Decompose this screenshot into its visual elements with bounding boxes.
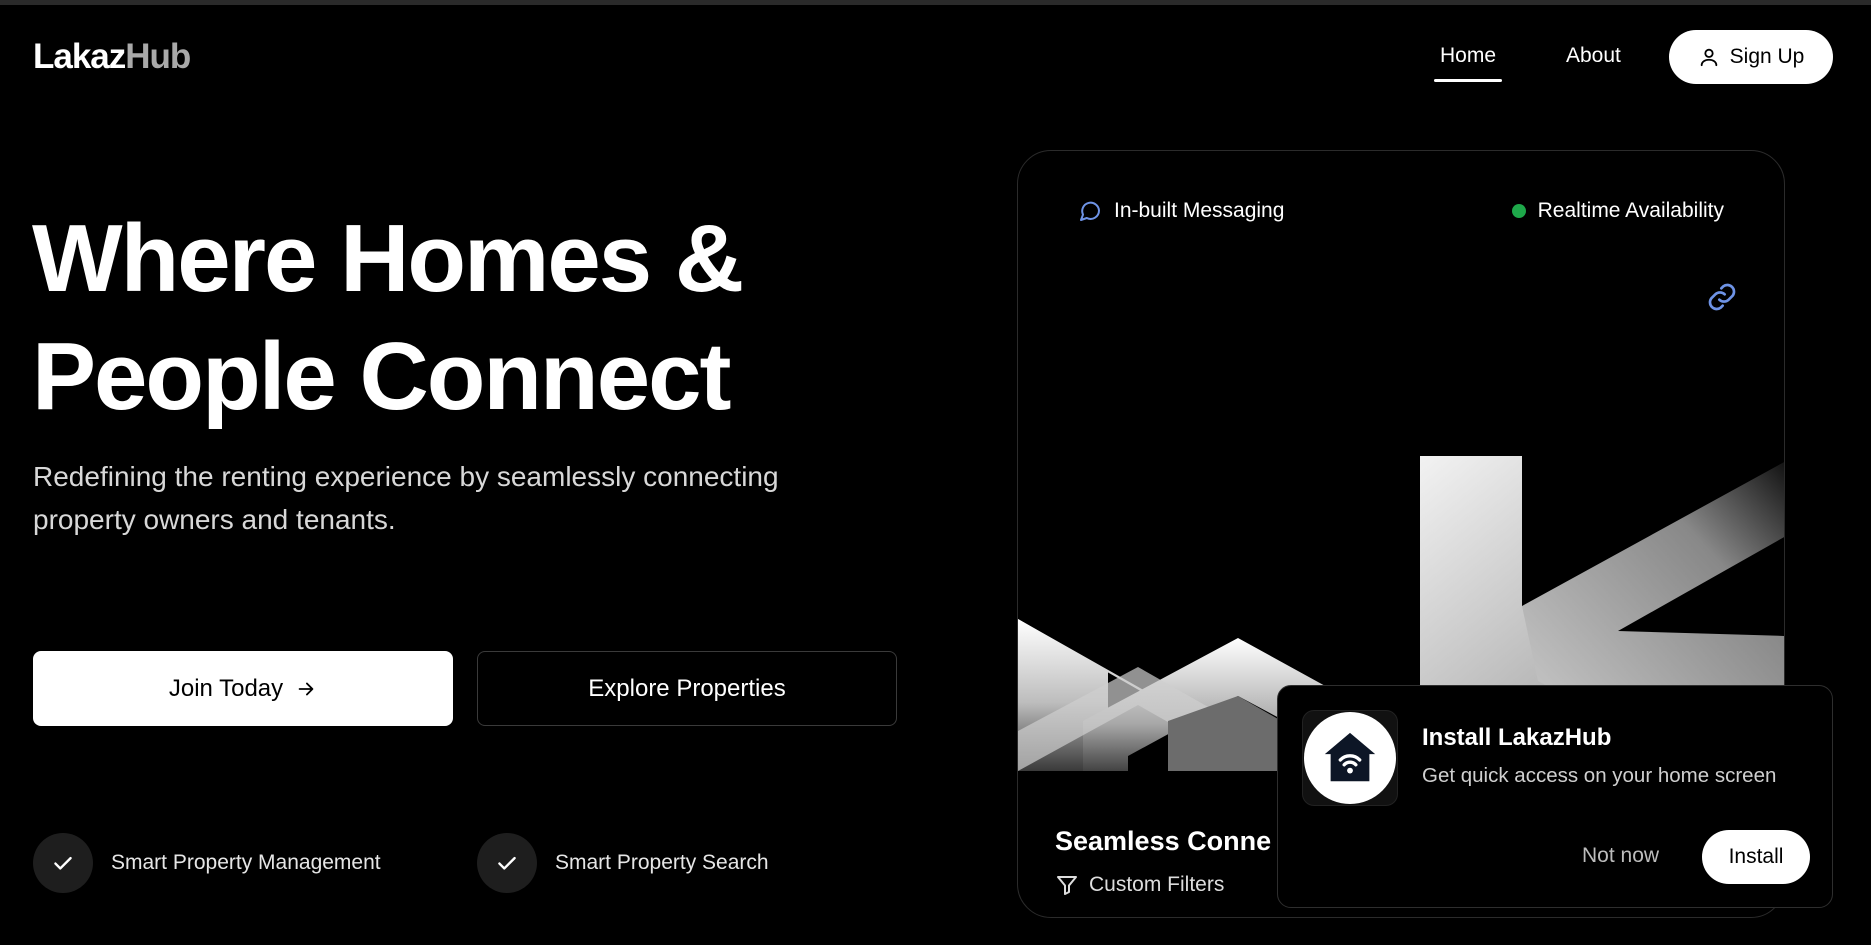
filter-icon [1057, 876, 1077, 895]
realtime-badge: Realtime Availability [1511, 199, 1724, 223]
feature-smart-search: Smart Property Search [477, 833, 769, 893]
feature-label: Smart Property Management [111, 851, 381, 874]
sign-up-label: Sign Up [1729, 45, 1805, 68]
messaging-badge: In-built Messaging [1078, 199, 1284, 223]
realtime-badge-label: Realtime Availability [1537, 199, 1724, 222]
feature-label: Smart Property Search [555, 851, 769, 874]
check-icon [33, 833, 93, 893]
explore-properties-button[interactable]: Explore Properties [477, 651, 897, 726]
nav-home-link[interactable]: Home [1433, 44, 1503, 82]
home-wifi-icon [1324, 732, 1376, 782]
hero-subtitle: Redefining the renting experience by sea… [33, 461, 779, 535]
nav-about-link[interactable]: About [1566, 44, 1621, 68]
user-icon [1700, 48, 1717, 67]
hero-title-line-2: People Connect [32, 323, 731, 430]
message-icon [1080, 201, 1101, 221]
join-today-label: Join Today [168, 674, 284, 702]
explore-properties-label: Explore Properties [588, 674, 786, 702]
brand-logo[interactable]: LakazHub [33, 37, 191, 77]
check-icon [477, 833, 537, 893]
feature-smart-management: Smart Property Management [33, 833, 381, 893]
arrow-right-icon [298, 682, 314, 695]
install-prompt-title: Install LakazHub [1422, 724, 1612, 751]
join-today-button[interactable]: Join Today [33, 651, 453, 726]
sign-up-button[interactable]: Sign Up [1669, 30, 1833, 84]
custom-filters-label: Custom Filters [1089, 873, 1225, 896]
install-button[interactable]: Install [1702, 830, 1810, 884]
hero-title: Where Homes & People Connect [32, 200, 892, 436]
not-now-button[interactable]: Not now [1582, 844, 1659, 868]
brand-part-2: Hub [125, 37, 191, 76]
status-dot-icon [1511, 204, 1526, 218]
card-title: Seamless Conne [1055, 826, 1272, 856]
install-app-prompt: Install LakazHub Get quick access on you… [1277, 685, 1833, 908]
install-prompt-description: Get quick access on your home screen [1422, 764, 1777, 787]
hero-title-line-1: Where Homes & [32, 205, 744, 312]
top-border [0, 0, 1871, 5]
custom-filters: Custom Filters [1055, 873, 1224, 897]
brand-part-1: Lakaz [33, 37, 126, 76]
messaging-badge-label: In-built Messaging [1114, 199, 1285, 222]
app-icon [1302, 710, 1398, 806]
